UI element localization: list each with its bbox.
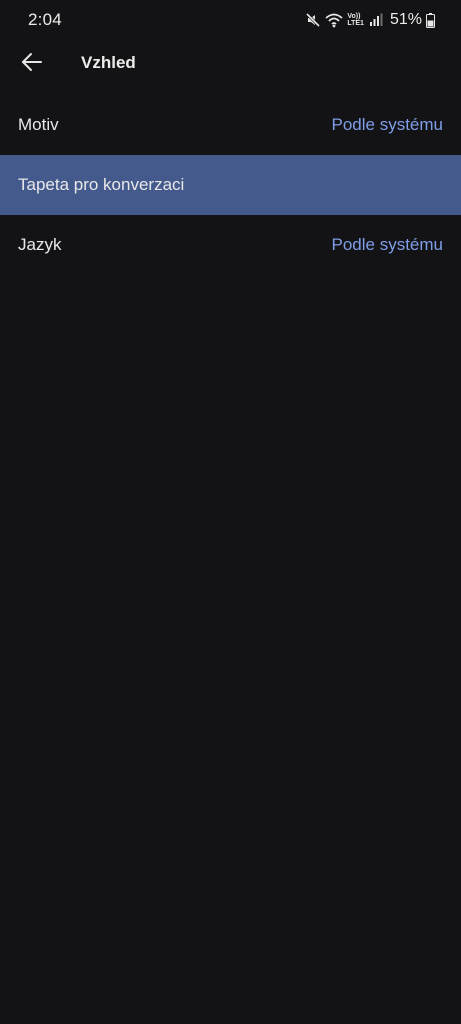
page-title: Vzhled — [81, 53, 136, 72]
settings-item-label: Jazyk — [18, 235, 62, 254]
app-bar: Vzhled — [0, 40, 461, 88]
settings-item-motiv[interactable]: Motiv Podle systému — [0, 95, 461, 155]
settings-list: Motiv Podle systému Tapeta pro konverzac… — [0, 95, 461, 275]
settings-item-label: Tapeta pro konverzaci — [18, 175, 185, 194]
status-time: 2:04 — [28, 10, 62, 29]
signal-icon — [369, 13, 383, 27]
settings-item-chat-wallpaper[interactable]: Tapeta pro konverzaci — [0, 155, 461, 215]
battery-percent: 51% — [389, 11, 422, 28]
wifi-icon — [325, 12, 343, 28]
settings-item-value: Podle systému — [331, 235, 444, 254]
settings-item-label: Motiv — [18, 115, 59, 134]
settings-item-value: Podle systému — [331, 115, 444, 134]
settings-item-language[interactable]: Jazyk Podle systému — [0, 215, 461, 275]
arrow-left-icon — [21, 51, 43, 78]
network-type-label: Vo)) LTE1 — [347, 13, 364, 27]
mute-icon — [305, 12, 321, 28]
battery-icon — [426, 12, 435, 28]
status-bar: 2:04 Vo)) LTE1 51% — [0, 0, 461, 40]
back-button[interactable] — [12, 44, 52, 84]
status-icons: Vo)) LTE1 51% — [305, 9, 435, 31]
